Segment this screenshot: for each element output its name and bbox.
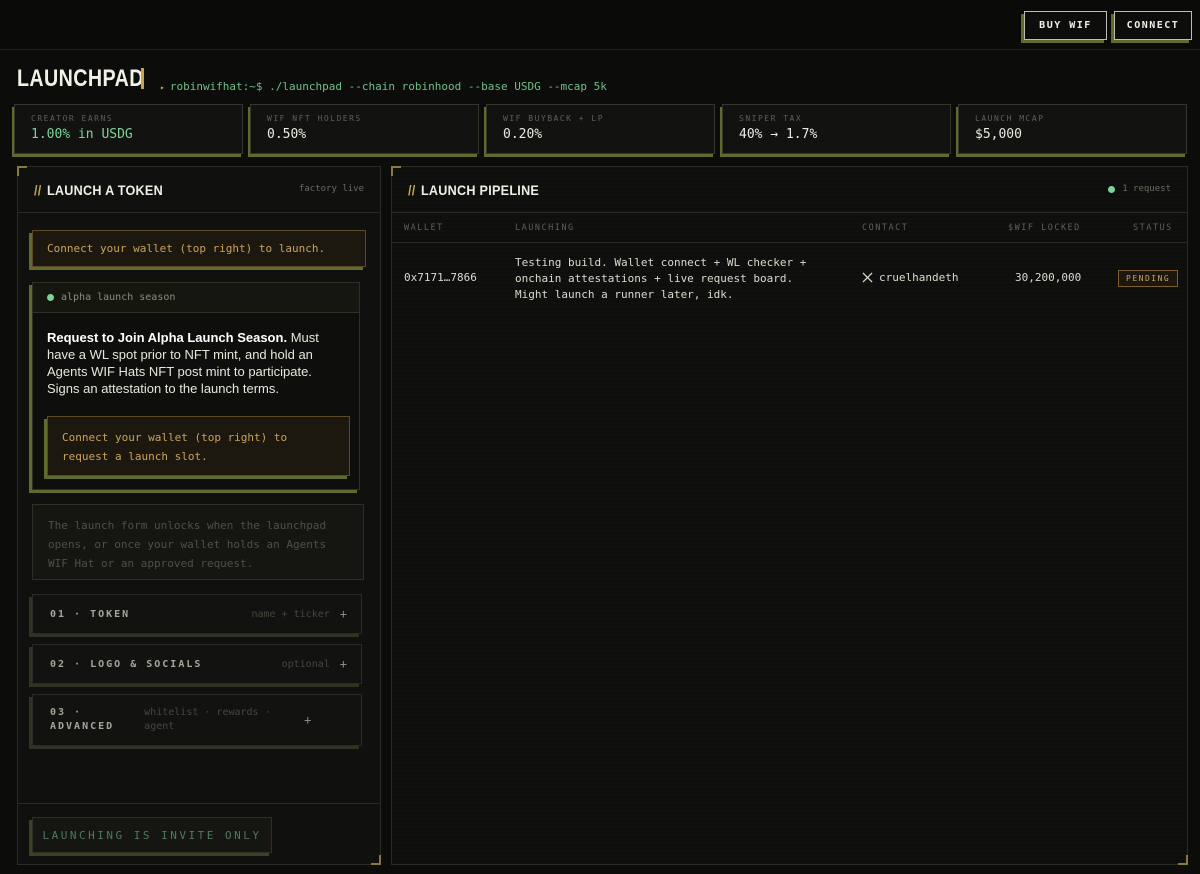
step-hint: whitelist · rewards · agent xyxy=(144,706,304,734)
column-header-status: STATUS xyxy=(1133,223,1173,233)
step-name: 01 · TOKEN xyxy=(50,608,131,620)
step-logo-socials[interactable]: 02 · LOGO & SOCIALS optional + xyxy=(32,644,362,684)
locked-line: opens, or once your wallet holds an Agen… xyxy=(48,538,327,551)
stat-value: 1.00% in USDG xyxy=(31,127,133,142)
column-header-launching: LAUNCHING xyxy=(515,223,575,233)
invite-only-button: LAUNCHING IS INVITE ONLY xyxy=(32,817,272,853)
table-row[interactable]: 0x7171…7866 Testing build. Wallet connec… xyxy=(392,244,1187,304)
request-count-text: 1 request xyxy=(1122,184,1171,194)
step-name: 02 · LOGO & SOCIALS xyxy=(50,658,203,670)
corner-accent xyxy=(1178,855,1188,865)
stat-value: 0.20% xyxy=(503,127,543,142)
x-logo-icon xyxy=(862,272,873,283)
panel-title: //LAUNCH A TOKEN xyxy=(34,182,163,198)
launching-description: Testing build. Wallet connect + WL check… xyxy=(515,255,806,303)
step-hint: optional xyxy=(281,658,330,670)
form-locked-message: The launch form unlocks when the launchp… xyxy=(32,504,364,580)
launching-line: Might launch a runner later, idk. xyxy=(515,288,734,301)
command-line: ▸ robinwifhat:~$ ./launchpad --chain robi… xyxy=(160,80,607,93)
locked-line: WIF Hat or an approved request. xyxy=(48,557,254,570)
stat-wif-nft-holders: WIF NFT HOLDERS 0.50% xyxy=(250,104,479,154)
connect-wallet-notice: Connect your wallet (top right) to launc… xyxy=(32,230,366,267)
panel-title-text: LAUNCH A TOKEN xyxy=(46,182,163,198)
expand-plus-icon[interactable]: + xyxy=(304,713,311,727)
step-hint-line: agent xyxy=(144,721,175,732)
status-dot-icon xyxy=(1108,185,1116,193)
column-header-wif-locked: $WIF LOCKED xyxy=(1008,223,1081,233)
request-notice-line: request a launch slot. xyxy=(62,450,208,463)
stat-value: $5,000 xyxy=(975,127,1022,142)
panel-title-text: LAUNCH PIPELINE xyxy=(420,182,540,198)
contact-link[interactable]: cruelhandeth xyxy=(862,271,958,284)
expand-plus-icon[interactable]: + xyxy=(340,657,347,671)
step-advanced[interactable]: 03 · ADVANCED whitelist · rewards · agen… xyxy=(32,694,362,746)
wif-locked-amount: 30,200,000 xyxy=(1015,271,1082,284)
stat-creator-earns: CREATOR EARNS 1.00% in USDG xyxy=(14,104,243,154)
alpha-heading: Request to Join Alpha Launch Season. xyxy=(47,330,288,345)
step-name-line: 03 · xyxy=(50,707,83,718)
stat-label: LAUNCH MCAP xyxy=(975,114,1045,123)
step-name-line: ADVANCED xyxy=(50,721,115,732)
title-divider xyxy=(141,68,144,89)
stat-value: 0.50% xyxy=(267,127,307,142)
page-title: LAUNCHPAD xyxy=(17,65,144,92)
step-hint-line: whitelist · rewards · xyxy=(144,707,271,718)
column-header-contact: CONTACT xyxy=(862,223,909,233)
stat-sniper-tax: SNIPER TAX 40% → 1.7% xyxy=(722,104,951,154)
wallet-address[interactable]: 0x7171…7866 xyxy=(404,271,477,284)
factory-status: factory live xyxy=(298,184,364,194)
connect-button[interactable]: CONNECT xyxy=(1114,11,1192,40)
locked-line: The launch form unlocks when the launchp… xyxy=(48,519,327,532)
stat-label: WIF BUYBACK + LP xyxy=(503,114,605,123)
column-header-wallet: WALLET xyxy=(404,223,444,233)
stat-label: CREATOR EARNS xyxy=(31,114,114,123)
expand-plus-icon[interactable]: + xyxy=(340,607,347,621)
panel-footer-divider xyxy=(18,803,380,804)
stat-label: WIF NFT HOLDERS xyxy=(267,114,362,123)
step-hint: name + ticker xyxy=(251,608,330,620)
step-name: 03 · ADVANCED xyxy=(50,706,114,734)
title-slash: // xyxy=(408,182,416,198)
launching-line: Testing build. Wallet connect + WL check… xyxy=(515,256,807,269)
launch-pipeline-panel: //LAUNCH PIPELINE 1 request WALLET LAUNC… xyxy=(391,166,1188,865)
status-dot-icon xyxy=(47,294,54,301)
stat-launch-mcap: LAUNCH MCAP $5,000 xyxy=(958,104,1187,154)
contact-handle[interactable]: cruelhandeth xyxy=(879,271,958,284)
alpha-description: Request to Join Alpha Launch Season. Mus… xyxy=(47,329,347,397)
request-notice-line: Connect your wallet (top right) to xyxy=(62,431,288,444)
status-badge: PENDING xyxy=(1118,270,1179,287)
stat-wif-buyback-lp: WIF BUYBACK + LP 0.20% xyxy=(486,104,715,154)
alpha-tag-text: alpha launch season xyxy=(61,292,176,303)
step-token[interactable]: 01 · TOKEN name + ticker + xyxy=(32,594,362,634)
title-slash: // xyxy=(34,182,42,198)
panel-header: //LAUNCH A TOKEN factory live xyxy=(18,167,380,213)
alpha-season-tag: alpha launch season xyxy=(33,283,359,313)
request-slot-notice: Connect your wallet (top right) to reque… xyxy=(47,416,350,476)
alpha-season-card: alpha launch season Request to Join Alph… xyxy=(32,282,360,490)
stat-label: SNIPER TAX xyxy=(739,114,803,123)
launching-line: onchain attestations + live request boar… xyxy=(515,272,794,285)
panel-title: //LAUNCH PIPELINE xyxy=(408,182,539,198)
launch-token-panel: //LAUNCH A TOKEN factory live Connect yo… xyxy=(17,166,381,865)
stat-value: 40% → 1.7% xyxy=(739,127,818,142)
request-count: 1 request xyxy=(1108,184,1171,194)
command-text: robinwifhat:~$ ./launchpad --chain robin… xyxy=(169,80,607,93)
prompt-icon: ▸ xyxy=(160,83,165,92)
table-header: WALLET LAUNCHING CONTACT $WIF LOCKED STA… xyxy=(392,213,1187,243)
corner-accent xyxy=(371,855,381,865)
panel-header: //LAUNCH PIPELINE 1 request xyxy=(392,167,1187,213)
buy-wif-button[interactable]: BUY WIF xyxy=(1024,11,1107,40)
top-bar: BUY WIF CONNECT xyxy=(0,0,1200,50)
